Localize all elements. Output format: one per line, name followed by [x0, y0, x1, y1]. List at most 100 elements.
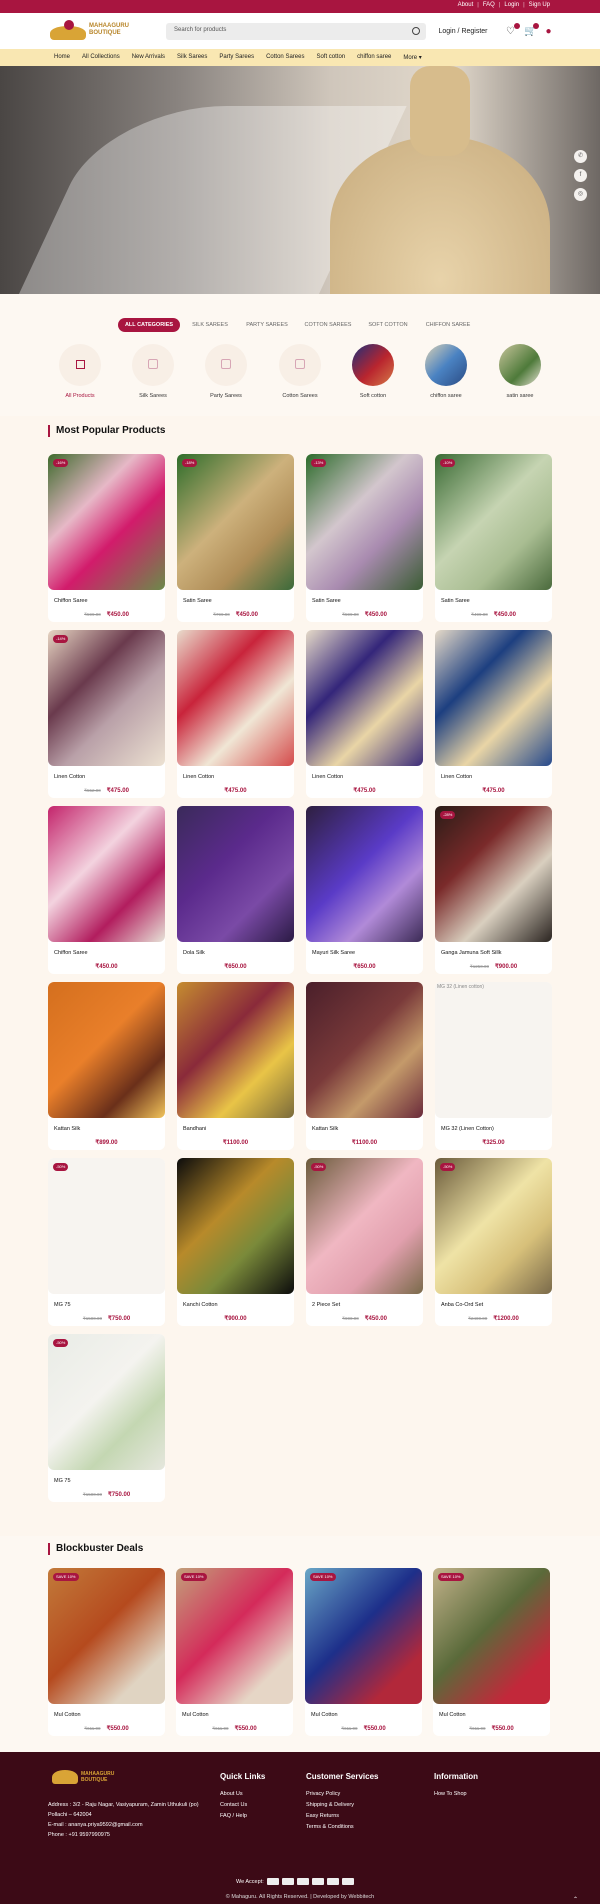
product-image[interactable]: MG 32 (Linen cotton) [435, 982, 552, 1118]
product-image[interactable] [177, 1158, 294, 1294]
nav-silk-sarees[interactable]: Silk Sarees [177, 54, 207, 61]
product-image[interactable]: -50% [435, 1158, 552, 1294]
tab-chiffon-saree[interactable]: CHIFFON SAREE [422, 318, 474, 332]
nav-all-collections[interactable]: All Collections [82, 54, 120, 61]
product-name[interactable]: Kanchi Cotton [183, 1302, 218, 1308]
login-register-button[interactable]: Login / Register [430, 24, 496, 40]
product-card[interactable]: Mayuri Silk Saree ₹650.00 [306, 806, 423, 974]
product-name[interactable]: 2 Piece Set [312, 1302, 340, 1308]
footer-link-faq[interactable]: FAQ / Help [220, 1811, 265, 1822]
category-party-sarees[interactable]: Party Sarees [196, 344, 256, 399]
nav-soft-cotton[interactable]: Soft cotton [316, 54, 345, 61]
product-card[interactable]: -10% Satin Saree ₹499.00 ₹450.00 [435, 454, 552, 622]
tab-cotton-sarees[interactable]: COTTON SAREES [302, 318, 354, 332]
product-card[interactable]: MG 32 (Linen cotton) MG 32 (Linen Cotton)… [435, 982, 552, 1150]
product-card[interactable]: Linen Cotton ₹475.00 [306, 630, 423, 798]
product-name[interactable]: Bandhani [183, 1126, 206, 1132]
category-chiffon-saree[interactable]: chiffon saree [416, 344, 476, 399]
footer-logo[interactable]: MAHAAGURU BOUTIQUE [52, 1770, 114, 1784]
product-name[interactable]: Mayuri Silk Saree [312, 950, 355, 956]
footer-phone[interactable]: Phone : +91 9597990975 [48, 1830, 208, 1840]
product-image[interactable] [435, 630, 552, 766]
product-card[interactable]: Kattan Silk ₹899.00 [48, 982, 165, 1150]
nav-new-arrivals[interactable]: New Arrivals [132, 54, 165, 61]
nav-chiffon-saree[interactable]: chiffon saree [357, 54, 391, 61]
nav-home[interactable]: Home [54, 54, 70, 61]
top-link-faq[interactable]: FAQ [483, 2, 495, 8]
product-name[interactable]: MG 32 (Linen Cotton) [441, 1126, 494, 1132]
nav-more[interactable]: More ▾ [403, 54, 421, 61]
product-card[interactable]: -50% MG 75 ₹1500.00 ₹750.00 [48, 1158, 165, 1326]
product-card[interactable]: -50% 2 Piece Set ₹900.00 ₹450.00 [306, 1158, 423, 1326]
product-name[interactable]: MG 75 [54, 1302, 71, 1308]
product-name[interactable]: Dola Silk [183, 950, 205, 956]
product-image[interactable] [177, 630, 294, 766]
product-image[interactable] [177, 806, 294, 942]
product-name[interactable]: Ganga Jamuna Soft Sillk [441, 950, 502, 956]
product-name[interactable]: Satin Saree [183, 598, 212, 604]
scroll-top-icon[interactable]: ⌃ [573, 1896, 579, 1903]
tab-all-categories[interactable]: ALL CATEGORIES [118, 318, 180, 332]
whatsapp-icon[interactable]: ✆ [574, 150, 587, 163]
product-card[interactable]: -50% Anba Co-Ord Set ₹2400.00 ₹1200.00 [435, 1158, 552, 1326]
product-name[interactable]: Mul Cotton [182, 1712, 209, 1718]
footer-link-contact[interactable]: Contact Us [220, 1800, 265, 1811]
footer-email[interactable]: E-mail : ananya.priya9592@gmail.com [48, 1820, 208, 1830]
product-name[interactable]: Linen Cotton [312, 774, 343, 780]
product-image[interactable]: -16% [48, 454, 165, 590]
product-card[interactable]: Kattan Silk ₹1100.00 [306, 982, 423, 1150]
product-image[interactable]: SAVE 10% [305, 1568, 422, 1704]
product-card[interactable]: Kanchi Cotton ₹900.00 [177, 1158, 294, 1326]
product-image[interactable] [306, 806, 423, 942]
category-satin-saree[interactable]: satin saree [490, 344, 550, 399]
product-name[interactable]: Linen Cotton [54, 774, 85, 780]
product-card[interactable]: SAVE 10% Mul Cotton ₹611.00 ₹550.00 [48, 1568, 165, 1736]
product-name[interactable]: Mul Cotton [54, 1712, 81, 1718]
product-card[interactable]: -13% Satin Saree ₹599.00 ₹450.00 [306, 454, 423, 622]
product-card[interactable]: -50% MG 75 ₹1500.00 ₹750.00 [48, 1334, 165, 1502]
search-icon[interactable] [412, 27, 420, 35]
product-image[interactable]: SAVE 10% [433, 1568, 550, 1704]
product-name[interactable]: Linen Cotton [441, 774, 472, 780]
product-name[interactable]: Kattan Silk [54, 1126, 80, 1132]
product-card[interactable]: SAVE 10% Mul Cotton ₹611.00 ₹550.00 [176, 1568, 293, 1736]
product-name[interactable]: Chiffon Saree [54, 950, 88, 956]
product-card[interactable]: -28% Ganga Jamuna Soft Sillk ₹1250.00 ₹900.… [435, 806, 552, 974]
product-card[interactable]: SAVE 10% Mul Cotton ₹611.00 ₹550.00 [305, 1568, 422, 1736]
product-card[interactable]: SAVE 10% Mul Cotton ₹611.00 ₹550.00 [433, 1568, 550, 1736]
product-name[interactable]: Linen Cotton [183, 774, 214, 780]
product-image[interactable] [306, 982, 423, 1118]
product-name[interactable]: Anba Co-Ord Set [441, 1302, 483, 1308]
category-cotton-sarees[interactable]: Cotton Sarees [270, 344, 330, 399]
category-all-products[interactable]: All Products [50, 344, 110, 399]
brand-logo[interactable]: MAHAAGURU BOUTIQUE [50, 20, 129, 40]
product-image[interactable]: -50% [306, 1158, 423, 1294]
product-card[interactable]: Dola Silk ₹650.00 [177, 806, 294, 974]
heart-icon[interactable]: ♡ [505, 23, 520, 37]
product-card[interactable]: -14% Linen Cotton ₹552.00 ₹475.00 [48, 630, 165, 798]
nav-party-sarees[interactable]: Party Sarees [219, 54, 254, 61]
tab-soft-cotton[interactable]: SOFT COTTON [364, 318, 412, 332]
product-name[interactable]: Satin Saree [312, 598, 341, 604]
product-image[interactable]: -28% [435, 806, 552, 942]
product-card[interactable]: Chiffon Saree ₹450.00 [48, 806, 165, 974]
cart-icon[interactable]: 🛒 [524, 23, 539, 37]
tab-party-sarees[interactable]: PARTY SAREES [242, 318, 292, 332]
top-link-login[interactable]: Login [504, 2, 519, 8]
hero-banner[interactable] [0, 66, 600, 294]
footer-link-terms[interactable]: Terms & Conditions [306, 1822, 378, 1833]
product-card[interactable]: Bandhani ₹1100.00 [177, 982, 294, 1150]
product-image[interactable]: SAVE 10% [176, 1568, 293, 1704]
product-image[interactable] [48, 806, 165, 942]
product-name[interactable]: Satin Saree [441, 598, 470, 604]
product-card[interactable]: -16% Chiffon Saree ₹599.00 ₹450.00 [48, 454, 165, 622]
product-name[interactable]: MG 75 [54, 1478, 71, 1484]
footer-link-shipping[interactable]: Shipping & Delivery [306, 1800, 378, 1811]
product-image[interactable] [48, 982, 165, 1118]
search-input[interactable]: Search for products [166, 23, 426, 40]
product-name[interactable]: Kattan Silk [312, 1126, 338, 1132]
footer-link-how-to-shop[interactable]: How To Shop [434, 1789, 478, 1800]
nav-cotton-sarees[interactable]: Cotton Sarees [266, 54, 304, 61]
category-soft-cotton[interactable]: Soft cotton [343, 344, 403, 399]
product-image[interactable] [306, 630, 423, 766]
